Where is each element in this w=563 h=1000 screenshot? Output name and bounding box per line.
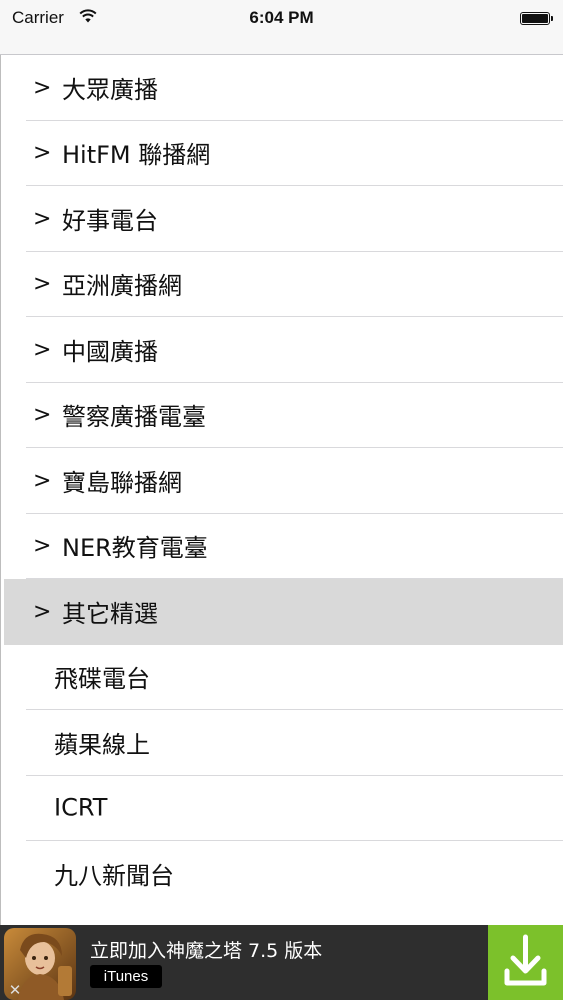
station-menu-list: > 大眾廣播 > HitFM 聯播網 > 好事電台 > 亞洲廣播網 > 中國廣播… — [4, 55, 563, 907]
menu-item-label: NER教育電臺 — [62, 534, 208, 563]
submenu-item-label: 九八新聞台 — [54, 861, 174, 890]
chevron-right-icon: > — [33, 468, 52, 494]
battery-icon — [520, 12, 553, 25]
submenu-item[interactable]: 蘋果線上 — [4, 710, 563, 776]
menu-item[interactable]: > 警察廣播電臺 — [4, 382, 563, 448]
chevron-right-icon: > — [33, 337, 52, 363]
chevron-right-icon: > — [33, 533, 52, 559]
chevron-right-icon: > — [33, 271, 52, 297]
submenu-item-label: 蘋果線上 — [54, 730, 150, 759]
menu-item-label: 亞洲廣播網 — [62, 272, 182, 301]
ad-source-badge: iTunes — [90, 965, 162, 988]
menu-item-label: 警察廣播電臺 — [62, 403, 206, 432]
navigation-header — [0, 36, 563, 55]
clock: 6:04 PM — [249, 8, 314, 27]
menu-item[interactable]: > NER教育電臺 — [4, 513, 563, 579]
menu-item[interactable]: > 中國廣播 — [4, 317, 563, 383]
status-bar: Carrier 6:04 PM — [0, 0, 563, 36]
chevron-right-icon: > — [33, 75, 52, 101]
menu-item[interactable]: > 寶島聯播網 — [4, 448, 563, 514]
chevron-right-icon: > — [33, 402, 52, 428]
menu-item-label: 其它精選 — [62, 599, 158, 628]
chevron-right-icon: > — [33, 140, 52, 166]
menu-item[interactable]: > 好事電台 — [4, 186, 563, 252]
menu-item-label: 寶島聯播網 — [62, 468, 182, 497]
menu-item-label: HitFM 聯播網 — [62, 141, 211, 170]
submenu-item[interactable]: 九八新聞台 — [4, 841, 563, 907]
submenu-item[interactable]: ICRT — [4, 775, 563, 841]
close-icon[interactable]: ✕ — [6, 981, 24, 999]
ad-banner[interactable]: ✕ 立即加入神魔之塔 7.5 版本 iTunes — [0, 925, 563, 1000]
menu-item[interactable]: > 亞洲廣播網 — [4, 251, 563, 317]
menu-item-label: 好事電台 — [62, 206, 158, 235]
menu-item-label: 中國廣播 — [62, 337, 158, 366]
menu-item[interactable]: > 大眾廣播 — [4, 55, 563, 121]
submenu-item-label: ICRT — [54, 793, 108, 822]
download-icon — [504, 934, 547, 986]
chevron-right-icon: > — [33, 206, 52, 232]
menu-item-label: 大眾廣播 — [62, 75, 158, 104]
submenu-item[interactable]: 飛碟電台 — [4, 644, 563, 710]
menu-item-selected[interactable]: > 其它精選 — [4, 579, 563, 645]
menu-item[interactable]: > HitFM 聯播網 — [4, 120, 563, 186]
download-button[interactable] — [488, 925, 563, 1000]
submenu-item-label: 飛碟電台 — [54, 665, 150, 694]
screen: Carrier 6:04 PM > 大眾廣播 > HitFM 聯播網 > 好事電… — [0, 0, 563, 1000]
ad-title[interactable]: 立即加入神魔之塔 7.5 版本 — [90, 936, 322, 963]
chevron-right-icon: > — [33, 599, 52, 625]
